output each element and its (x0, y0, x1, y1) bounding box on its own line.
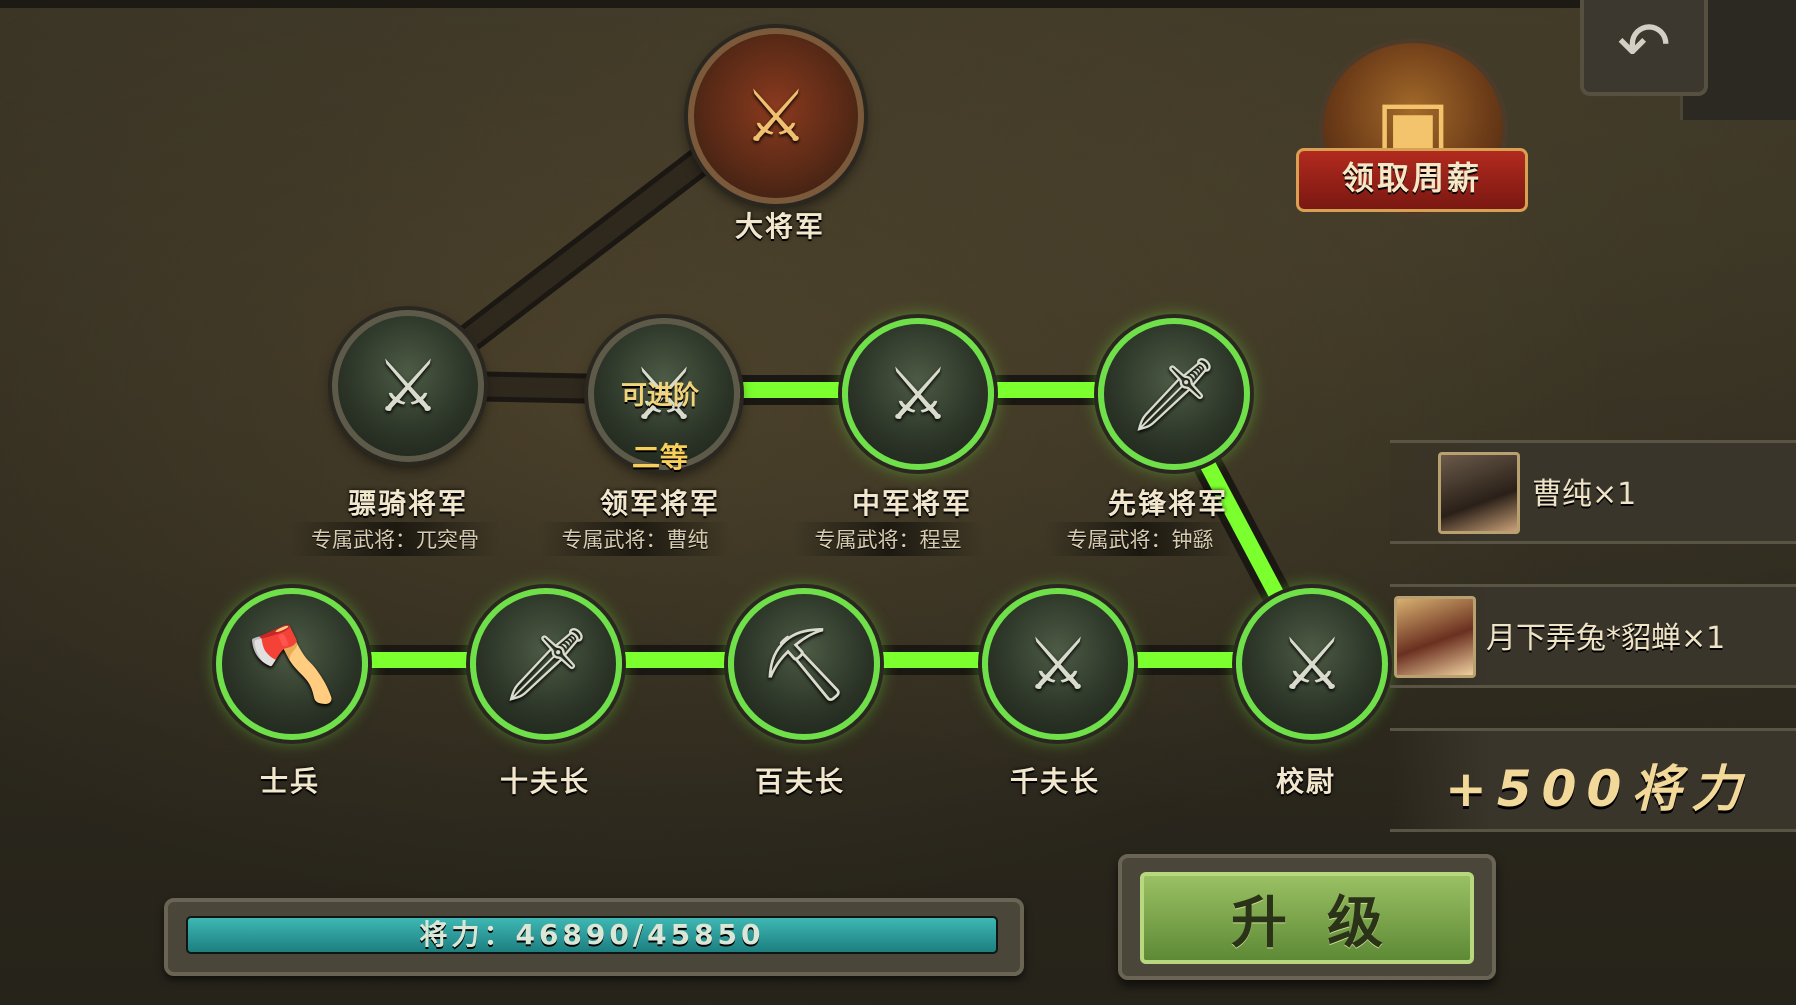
rank-node-shi-fu-zhang[interactable]: 🗡 (470, 588, 622, 740)
rank-node-da-jiang-jun[interactable]: ⚔ (688, 28, 864, 204)
rank-label-zhong-jun: 中军将军 (851, 487, 973, 520)
back-arrow-icon: ↶ (1617, 9, 1671, 83)
rank-node-shi-bing[interactable]: 🪓 (216, 588, 368, 740)
reward-item-cao-chun: 曹纯×1 (1390, 440, 1796, 544)
rank-node-piao-qi[interactable]: ⚔ (332, 310, 484, 462)
exclusive-general-zhong-jun: 专属武将：程昱 (792, 522, 984, 556)
rank-label-qian-fu-zhang: 千夫长 (1009, 765, 1101, 798)
rank-node-xian-feng[interactable]: 🗡 (1098, 318, 1250, 470)
reward-item-diaochan: 月下弄兔*貂蝉×1 (1390, 584, 1796, 688)
exclusive-general-ling-jun: 专属武将：曹纯 (539, 522, 731, 556)
upgrade-frame: 升级 (1118, 854, 1496, 980)
upgrade-button[interactable]: 升级 (1140, 872, 1474, 964)
rank-label-ling-jun: 领军将军 (599, 487, 721, 520)
reward-text: 月下弄兔*貂蝉×1 (1486, 621, 1726, 656)
exclusive-general-xian-feng: 专属武将：钟繇 (1044, 522, 1236, 556)
reward-text: 曹纯×1 (1532, 477, 1637, 512)
cao-chun-avatar (1438, 452, 1520, 534)
back-button[interactable]: ↶ (1580, 0, 1708, 96)
power-text: 将力：46890/45850 (419, 918, 765, 951)
weekly-salary-button[interactable]: 领取周薪 (1296, 148, 1528, 212)
rank-label-shi-bing: 士兵 (259, 765, 321, 798)
single-sword-icon: 🗡 (1128, 352, 1220, 436)
rank-node-bai-fu-zhang[interactable]: ⛏ (728, 588, 880, 740)
halberd-icon: ⚔ (1279, 622, 1345, 706)
rank-label-shi-fu-zhang: 十夫长 (499, 765, 591, 798)
glaive-icon: ⚔ (1025, 622, 1091, 706)
triple-sword-icon: ⚔ (375, 344, 441, 428)
crossed-swords-icon: ⚔ (885, 352, 951, 436)
can-advance-label: 可进阶 (620, 381, 700, 411)
reward-item-power: +500将力 (1390, 728, 1796, 832)
rank-label-piao-qi: 骠骑将军 (347, 487, 469, 520)
rank-label-da-jiang-jun: 大将军 (734, 210, 826, 243)
rank-label-bai-fu-zhang: 百夫长 (754, 765, 846, 798)
rank-node-xiao-wei[interactable]: ⚔ (1236, 588, 1388, 740)
rank-label-xian-feng: 先锋将军 (1107, 487, 1229, 520)
grade-label: 二等 (631, 441, 689, 474)
crossed-axes-emblem-icon: ⚔ (743, 74, 809, 158)
rank-node-qian-fu-zhang[interactable]: ⚔ (982, 588, 1134, 740)
rank-node-zhong-jun[interactable]: ⚔ (842, 318, 994, 470)
diaochan-avatar (1394, 596, 1476, 678)
upgrade-label: 升级 (1231, 890, 1423, 956)
pickaxe-icon: ⛏ (758, 622, 850, 706)
exclusive-general-piao-qi: 专属武将：兀突骨 (289, 522, 501, 556)
reward-text: +500将力 (1445, 760, 1752, 818)
axe-icon: 🪓 (247, 622, 337, 706)
power-track: 将力：46890/45850 (186, 916, 998, 954)
power-bar: 将力：46890/45850 (164, 898, 1024, 976)
spear-icon: 🗡 (500, 622, 592, 706)
rank-label-xiao-wei: 校尉 (1275, 765, 1337, 798)
